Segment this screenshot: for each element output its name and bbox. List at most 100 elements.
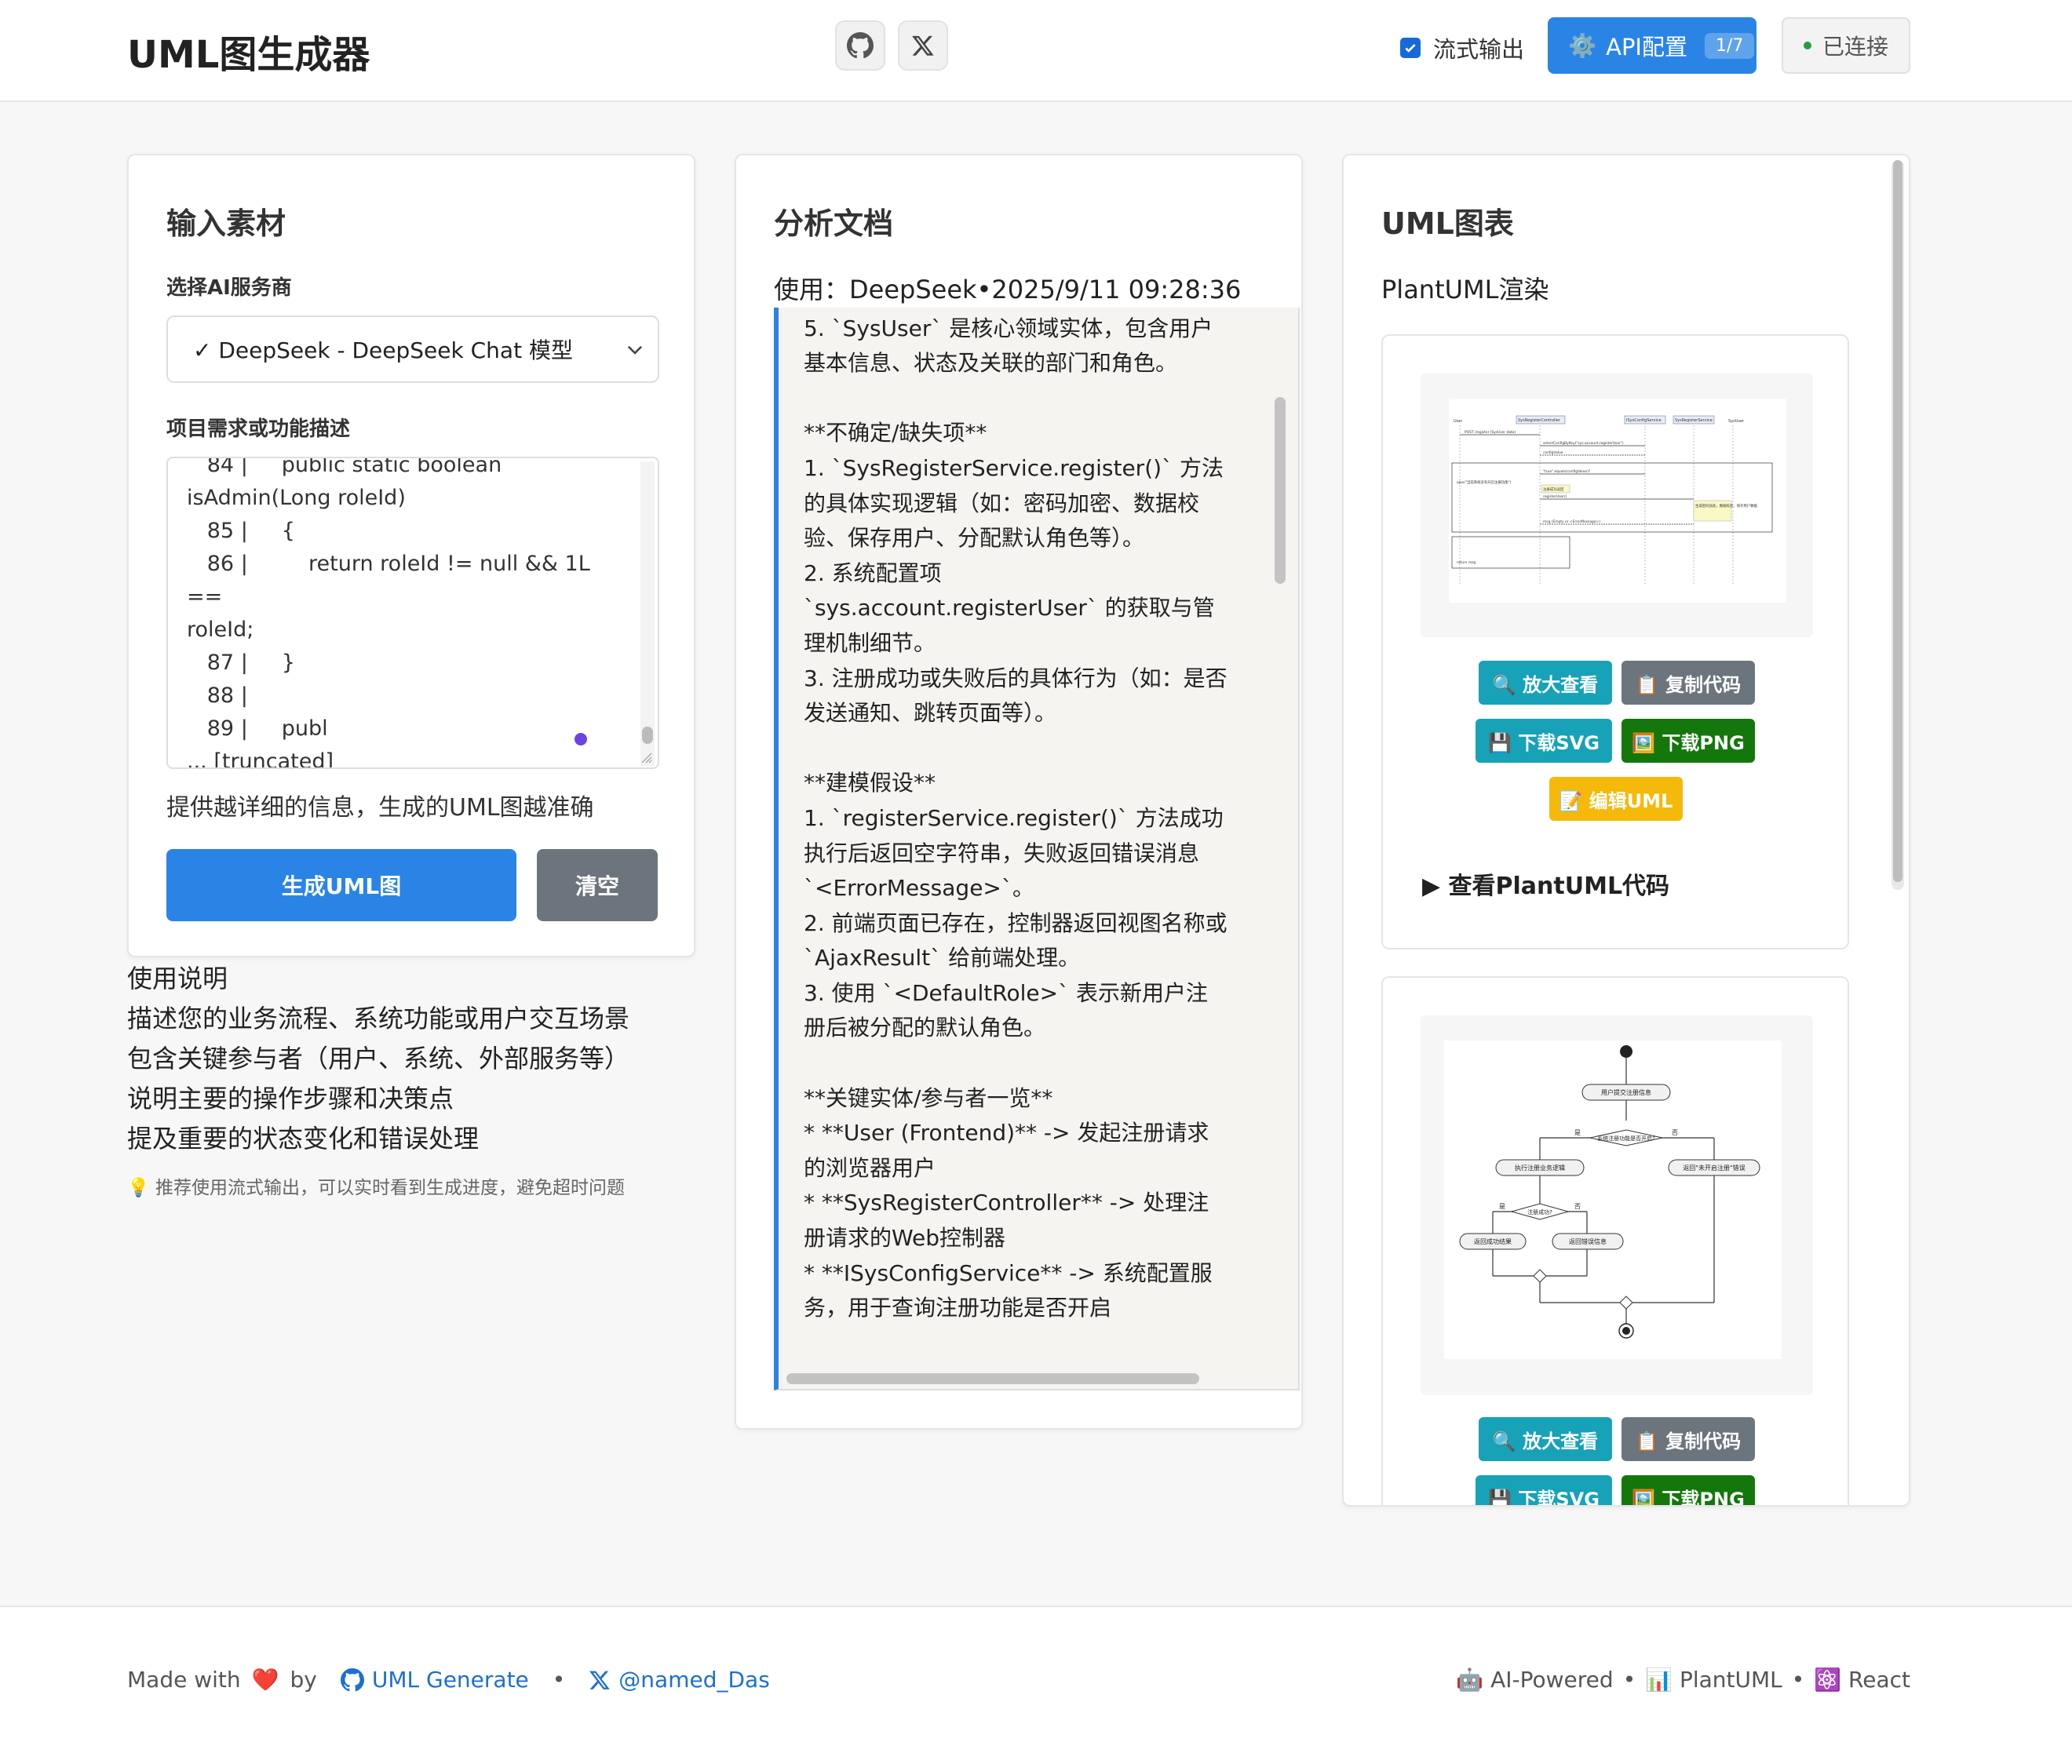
analysis-vertical-scrollbar[interactable] bbox=[1275, 397, 1286, 584]
activity-branch-label: 是 bbox=[1574, 1129, 1581, 1136]
provider-select-value: ✓ DeepSeek - DeepSeek Chat 模型 bbox=[193, 337, 573, 363]
seq-participant: SysUser bbox=[1728, 419, 1745, 424]
seq-message: registerUser() bbox=[1543, 494, 1567, 499]
tech-ai: 🤖 AI-Powered bbox=[1456, 1667, 1614, 1693]
repo-link[interactable]: UML Generate bbox=[340, 1667, 529, 1693]
input-panel-title: 输入素材 bbox=[166, 206, 286, 241]
analysis-panel: 分析文档 使用：DeepSeek•2025/9/11 09:28:36 行。 5… bbox=[735, 154, 1303, 1430]
uml-panel-scroll-thumb[interactable] bbox=[1893, 160, 1902, 882]
download-svg-button[interactable]: 💾 下载SVG bbox=[1476, 1475, 1612, 1505]
seq-message: POST /register (SysUser data) bbox=[1465, 430, 1516, 435]
footer-separator: • bbox=[1622, 1667, 1636, 1693]
api-config-button[interactable]: ⚙️ API配置 1/7 bbox=[1548, 17, 1756, 74]
x-handle-label: @named_Das bbox=[618, 1667, 770, 1693]
heart-icon: ❤️ bbox=[251, 1667, 279, 1693]
seq-note: 生成密码加盐，数据校验，保存用户数据 bbox=[1695, 503, 1758, 508]
uml-panel-scrollbar[interactable] bbox=[1891, 160, 1904, 890]
stream-label: 流式输出 bbox=[1433, 36, 1525, 63]
copy-code-button[interactable]: 📋 复制代码 bbox=[1621, 1417, 1755, 1461]
stream-checkbox[interactable] bbox=[1400, 38, 1421, 58]
footer-separator: • bbox=[1791, 1667, 1805, 1693]
connection-status-button[interactable]: 已连接 bbox=[1782, 17, 1910, 74]
activity-branch-label: 否 bbox=[1574, 1203, 1581, 1210]
stream-output-toggle[interactable]: 流式输出 bbox=[1400, 31, 1524, 64]
activity-branch-label: 否 bbox=[1672, 1129, 1678, 1136]
activity-diagram: 用户提交注册信息 系统注册功能是否开启? 执行注册业务逻辑 返回"未开启注册"错… bbox=[1444, 1041, 1782, 1359]
analysis-document[interactable]: 行。 5. `SysUser` 是核心领域实体，包含用户基本信息、状态及关联的部… bbox=[774, 308, 1300, 1390]
download-png-button[interactable]: 🖼️ 下载PNG bbox=[1621, 719, 1755, 763]
tech-react: ⚛️ React bbox=[1814, 1667, 1910, 1693]
generate-uml-button[interactable]: 生成UML图 bbox=[166, 849, 516, 921]
footer-by: by bbox=[290, 1667, 317, 1693]
seq-participant: ISysConfigService bbox=[1626, 418, 1662, 423]
footer-made-with: Made with bbox=[127, 1667, 241, 1693]
gear-icon: ⚙️ bbox=[1568, 31, 1597, 59]
activity-end-node bbox=[1622, 1327, 1630, 1335]
sequence-diagram: User SysRegisterController ISysConfigSer… bbox=[1449, 399, 1786, 603]
seq-message: msg (Empty or <ErrorMessage>) bbox=[1543, 519, 1600, 524]
provider-select[interactable]: ✓ DeepSeek - DeepSeek Chat 模型 bbox=[166, 315, 659, 383]
x-handle-link[interactable]: @named_Das bbox=[589, 1667, 770, 1693]
input-panel: 输入素材 选择AI服务商 ✓ DeepSeek - DeepSeek Chat … bbox=[127, 154, 695, 957]
seq-message: "true".equals(configValue)? bbox=[1543, 469, 1591, 474]
sequence-diagram-frame[interactable]: User SysRegisterController ISysConfigSer… bbox=[1421, 374, 1813, 637]
github-icon bbox=[340, 1667, 364, 1691]
github-icon[interactable] bbox=[835, 20, 885, 71]
description-label: 项目需求或功能描述 bbox=[166, 417, 351, 441]
footer-separator: • bbox=[552, 1667, 566, 1693]
app-title: UML图生成器 bbox=[127, 33, 370, 77]
app-header: UML图生成器 流式输出 ⚙️ API配置 1/7 已连接 bbox=[0, 0, 2072, 102]
download-svg-button[interactable]: 💾 下载SVG bbox=[1476, 719, 1612, 763]
usage-item: 描述您的业务流程、系统功能或用户交互场景 bbox=[127, 1004, 630, 1033]
analysis-horizontal-scrollbar[interactable] bbox=[786, 1373, 1199, 1384]
seq-participant: SysRegisterController bbox=[1518, 418, 1561, 423]
clear-button[interactable]: 清空 bbox=[537, 849, 658, 921]
copy-code-button[interactable]: 📋 复制代码 bbox=[1621, 661, 1755, 705]
footer-credits: Made with ❤️ by UML Generate • @named_Da… bbox=[127, 1667, 770, 1693]
uml-panel: UML图表 PlantUML渲染 User SysRegisterControl… bbox=[1342, 154, 1910, 1507]
connection-label: 已连接 bbox=[1822, 34, 1888, 60]
usage-item: 说明主要的操作步骤和决策点 bbox=[127, 1084, 454, 1113]
analysis-meta: 使用：DeepSeek•2025/9/11 09:28:36 bbox=[774, 275, 1242, 304]
api-count-badge: 1/7 bbox=[1705, 32, 1755, 59]
description-textarea[interactable]: 84 | public static boolean isAdmin(Long … bbox=[166, 457, 659, 769]
x-twitter-icon bbox=[589, 1671, 611, 1689]
seq-message: selectConfigByKey("sys.account.registerU… bbox=[1543, 441, 1624, 446]
uml-card-sequence: User SysRegisterController ISysConfigSer… bbox=[1381, 334, 1849, 949]
uml-subtitle: PlantUML渲染 bbox=[1381, 275, 1549, 304]
activity-node: 返回成功结果 bbox=[1474, 1237, 1512, 1245]
seq-message: return msg bbox=[1457, 560, 1476, 565]
provider-label: 选择AI服务商 bbox=[166, 276, 292, 300]
status-dot-icon bbox=[1803, 42, 1811, 49]
view-plantuml-code-toggle[interactable]: ▶ 查看PlantUML代码 bbox=[1422, 866, 1669, 901]
textarea-scrollbar[interactable] bbox=[640, 461, 655, 766]
page-footer: Made with ❤️ by UML Generate • @named_Da… bbox=[0, 1605, 2072, 1764]
usage-item: 包含关键参与者（用户、系统、外部服务等） bbox=[127, 1044, 630, 1073]
seq-note: 注册成功返回 bbox=[1543, 487, 1564, 492]
zoom-view-button[interactable]: 🔍 放大查看 bbox=[1479, 661, 1612, 705]
uml-card-activity: 用户提交注册信息 系统注册功能是否开启? 执行注册业务逻辑 返回"未开启注册"错… bbox=[1381, 976, 1849, 1505]
input-hint: 提供越详细的信息，生成的UML图越准确 bbox=[166, 794, 594, 822]
chevron-down-icon bbox=[627, 345, 643, 355]
activity-node: 用户提交注册信息 bbox=[1601, 1088, 1651, 1096]
edit-uml-button[interactable]: 📝 编辑UML bbox=[1549, 777, 1683, 821]
repo-link-label: UML Generate bbox=[371, 1667, 529, 1693]
textarea-scroll-thumb[interactable] bbox=[642, 727, 653, 744]
zoom-view-button[interactable]: 🔍 放大查看 bbox=[1479, 1417, 1612, 1461]
activity-node: 注册成功? bbox=[1527, 1208, 1552, 1215]
activity-node: 返回错误信息 bbox=[1569, 1237, 1607, 1245]
usage-item: 提及重要的状态变化和错误处理 bbox=[127, 1124, 480, 1154]
grammar-indicator-icon bbox=[575, 733, 587, 745]
activity-branch-label: 是 bbox=[1499, 1203, 1505, 1210]
usage-instructions: 使用说明 描述您的业务流程、系统功能或用户交互场景 包含关键参与者（用户、系统、… bbox=[127, 959, 629, 1159]
streaming-tip: 💡 推荐使用流式输出，可以实时看到生成进度，避免超时问题 bbox=[127, 1178, 625, 1198]
description-text: 84 | public static boolean isAdmin(Long … bbox=[187, 457, 590, 769]
activity-start-node bbox=[1620, 1045, 1632, 1058]
activity-node: 执行注册业务逻辑 bbox=[1515, 1164, 1565, 1172]
x-twitter-icon[interactable] bbox=[898, 20, 948, 71]
resize-handle-icon[interactable] bbox=[640, 752, 653, 764]
api-config-label: API配置 bbox=[1606, 34, 1687, 60]
uml-panel-title: UML图表 bbox=[1381, 206, 1514, 241]
download-png-button[interactable]: 🖼️ 下载PNG bbox=[1621, 1475, 1755, 1505]
activity-diagram-frame[interactable]: 用户提交注册信息 系统注册功能是否开启? 执行注册业务逻辑 返回"未开启注册"错… bbox=[1421, 1015, 1813, 1395]
